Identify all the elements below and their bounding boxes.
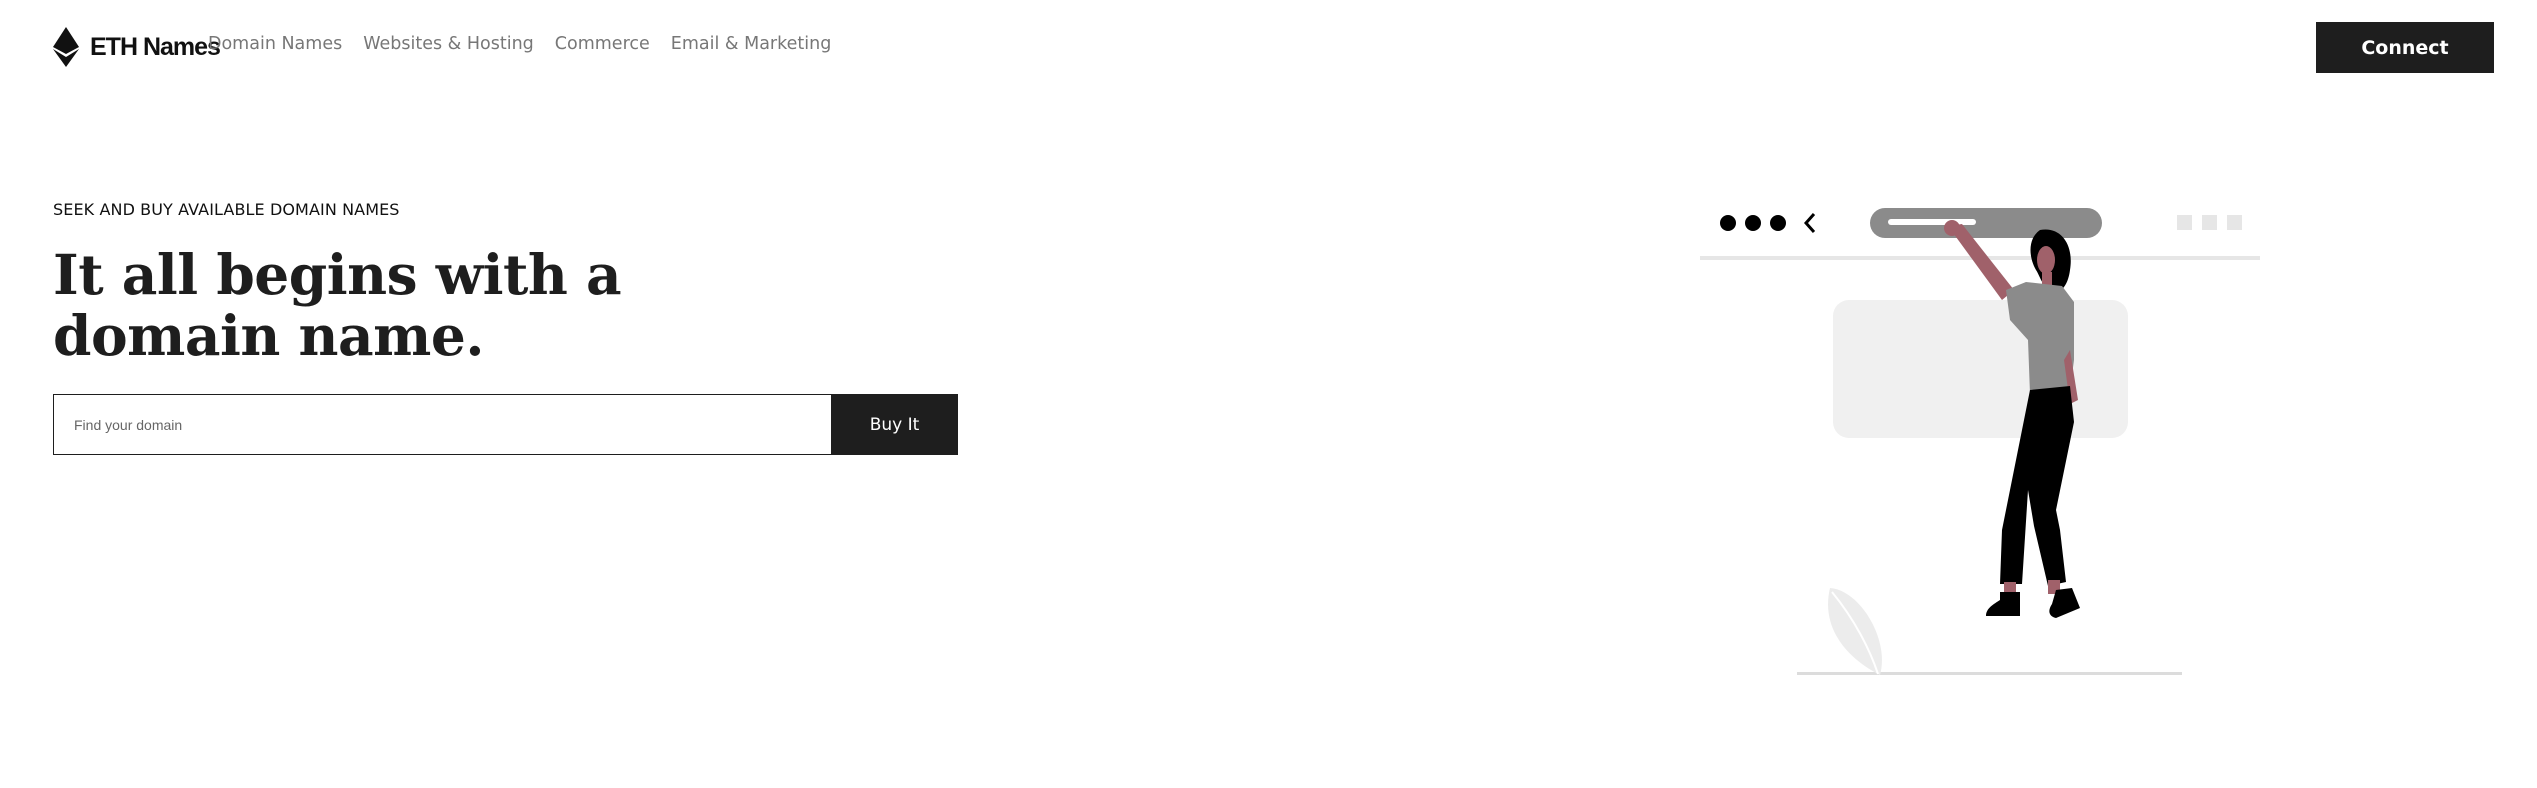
browser-dots-icon [1720, 215, 1786, 231]
connect-button[interactable]: Connect [2316, 22, 2494, 73]
main-nav: Domain Names Websites & Hosting Commerce… [208, 34, 831, 54]
hero-illustration [1700, 208, 2260, 675]
nav-commerce[interactable]: Commerce [555, 34, 650, 54]
address-bar-text [1888, 219, 1976, 225]
window-controls-icon [2177, 215, 2242, 230]
hero-eyebrow: SEEK AND BUY AVAILABLE DOMAIN NAMES [53, 200, 400, 219]
domain-search-input[interactable] [53, 394, 831, 455]
site-header: ETH Names Domain Names Websites & Hostin… [0, 0, 2537, 95]
nav-domain-names[interactable]: Domain Names [208, 34, 342, 54]
buy-it-button[interactable]: Buy It [831, 394, 958, 455]
headline-line-2: domain name. [53, 303, 484, 368]
hero-headline: It all begins with a domain name. [53, 244, 753, 366]
headline-line-1: It all begins with a [53, 242, 622, 307]
ground-line [1797, 672, 2182, 675]
content-card [1833, 300, 2128, 438]
brand-logo[interactable]: ETH Names [53, 27, 221, 67]
domain-search-form: Buy It [53, 394, 958, 455]
nav-email-marketing[interactable]: Email & Marketing [671, 34, 832, 54]
brand-name: ETH Names [90, 33, 221, 61]
ethereum-diamond-icon [53, 27, 79, 67]
nav-websites-hosting[interactable]: Websites & Hosting [363, 34, 534, 54]
back-chevron-icon [1803, 213, 1816, 233]
